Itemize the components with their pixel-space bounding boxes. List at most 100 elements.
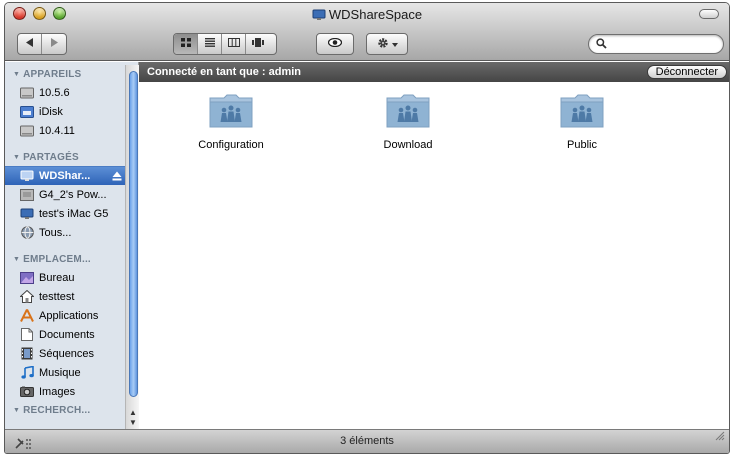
connection-status: Connecté en tant que : admin: [147, 66, 302, 78]
sidebar-item-label: test's iMac G5: [39, 207, 109, 220]
scrollbar-thumb[interactable]: [129, 71, 138, 397]
list-view-icon: [204, 38, 215, 50]
back-button[interactable]: [18, 34, 42, 54]
coverflow-view-icon: [252, 38, 264, 50]
folder-name: Configuration: [198, 139, 264, 151]
gear-icon: [377, 37, 389, 52]
sidebar-item-10-4-11[interactable]: 10.4.11: [5, 121, 138, 140]
sidebar-item-label: Applications: [39, 309, 99, 322]
shared-folder-icon: [176, 94, 286, 131]
shared-folder-icon: [353, 94, 463, 131]
sidebar-item-label: Tous...: [39, 226, 72, 239]
column-view-button[interactable]: [222, 34, 246, 54]
folder-item-configuration[interactable]: Configuration: [176, 94, 286, 151]
search-field[interactable]: [588, 34, 724, 54]
folder-name: Public: [567, 139, 597, 151]
sidebar-item-tous[interactable]: Tous...: [5, 223, 138, 242]
sidebar-scrollbar[interactable]: ▲ ▼: [125, 65, 139, 429]
home-icon: [19, 290, 35, 304]
forward-button[interactable]: [42, 34, 66, 54]
sidebar-section-devices[interactable]: ▼ APPAREILS: [5, 65, 138, 83]
history-navigation: [17, 33, 67, 55]
sidebar-section-shared[interactable]: ▼ PARTAGÉS: [5, 148, 138, 166]
sidebar-item-sequences[interactable]: Séquences: [5, 344, 138, 363]
file-browser-content: Configuration Download Public: [139, 82, 729, 429]
action-menu-button[interactable]: [366, 33, 408, 55]
unified-toolbar: WDShareSpace: [5, 3, 729, 61]
disclosure-triangle-icon: ▼: [13, 153, 21, 161]
disclosure-triangle-icon: ▼: [13, 406, 21, 414]
sidebar-item-test-imac-g5[interactable]: test's iMac G5: [5, 204, 138, 223]
computer-icon: [19, 188, 35, 202]
sidebar-item-g4-2-pow[interactable]: G4_2's Pow...: [5, 185, 138, 204]
sidebar-item-images[interactable]: Images: [5, 382, 138, 401]
sidebar: ▼ APPAREILS 10.5.6 iDisk 10.4.11 ▼ PARTAGÉ…: [5, 62, 139, 429]
sidebar-item-musique[interactable]: Musique: [5, 363, 138, 382]
search-icon: [596, 38, 607, 52]
sidebar-item-label: Bureau: [39, 271, 75, 284]
coverflow-view-button[interactable]: [246, 34, 270, 54]
network-display-icon: [19, 169, 35, 183]
toolbar-toggle-button[interactable]: [699, 9, 719, 19]
idisk-icon: [19, 105, 35, 119]
applications-icon: [19, 309, 35, 323]
disconnect-button[interactable]: Déconnecter: [646, 65, 727, 79]
sidebar-item-label: WDShar...: [39, 170, 91, 182]
sidebar-item-label: testtest: [39, 290, 75, 303]
sidebar-item-label: G4_2's Pow...: [39, 188, 107, 201]
disclosure-triangle-icon: ▼: [13, 255, 21, 263]
sidebar-item-10-5-6[interactable]: 10.5.6: [5, 83, 138, 102]
sidebar-item-wdsharespace[interactable]: WDShar...: [5, 166, 138, 185]
folder-item-public[interactable]: Public: [527, 94, 637, 151]
sidebar-section-title: EMPLACEM...: [23, 253, 91, 265]
sidebar-item-label: Séquences: [39, 347, 95, 360]
list-view-button[interactable]: [198, 34, 222, 54]
back-arrow-icon: [25, 38, 34, 50]
eject-icon[interactable]: [112, 171, 122, 184]
sidebar-section-places[interactable]: ▼ EMPLACEM...: [5, 250, 138, 268]
eye-icon: [327, 37, 343, 50]
network-display-icon: [312, 9, 326, 24]
sidebar-item-documents[interactable]: Documents: [5, 325, 138, 344]
title-bar: WDShareSpace: [5, 3, 729, 25]
sidebar-section-title: PARTAGÉS: [23, 151, 79, 163]
sidebar-item-label: 10.4.11: [39, 124, 75, 137]
scroll-down-arrow-icon[interactable]: ▼: [129, 418, 137, 427]
sidebar-section-search[interactable]: ▼ RECHERCH...: [5, 401, 138, 419]
disclosure-triangle-icon: ▼: [13, 70, 21, 78]
icon-view-icon: [180, 38, 191, 50]
sidebar-item-label: 10.5.6: [39, 86, 70, 99]
sidebar-item-label: Documents: [39, 328, 95, 341]
status-bar: 3 éléments: [5, 429, 729, 453]
movies-icon: [19, 347, 35, 361]
sidebar-resize-icon[interactable]: [15, 435, 33, 453]
globe-icon: [19, 226, 35, 240]
column-view-icon: [227, 38, 240, 50]
sidebar-item-label: Musique: [39, 366, 81, 379]
folder-name: Download: [383, 139, 433, 151]
sidebar-item-testtest[interactable]: testtest: [5, 287, 138, 306]
icon-view-button[interactable]: [174, 34, 198, 54]
search-input[interactable]: [611, 37, 717, 51]
music-icon: [19, 366, 35, 380]
sidebar-item-bureau[interactable]: Bureau: [5, 268, 138, 287]
window-title-group: WDShareSpace: [5, 7, 729, 24]
quick-look-button[interactable]: [316, 33, 354, 55]
pictures-icon: [19, 385, 35, 399]
sidebar-item-idisk[interactable]: iDisk: [5, 102, 138, 121]
resize-grip-icon[interactable]: [714, 427, 725, 450]
hard-disk-icon: [19, 124, 35, 138]
scroll-up-arrow-icon[interactable]: ▲: [129, 408, 137, 417]
forward-arrow-icon: [50, 38, 58, 50]
connection-bar: Connecté en tant que : admin Déconnecter: [139, 62, 729, 82]
sidebar-item-applications[interactable]: Applications: [5, 306, 138, 325]
sidebar-section-title: RECHERCH...: [23, 404, 91, 416]
window-title: WDShareSpace: [328, 7, 423, 22]
documents-icon: [19, 328, 35, 342]
sidebar-section-title: APPAREILS: [23, 68, 82, 80]
folder-item-download[interactable]: Download: [353, 94, 463, 151]
sidebar-item-label: Images: [39, 385, 76, 398]
shared-folder-icon: [527, 94, 637, 131]
finder-window: WDShareSpace ▼ APPAREILS 10.5.6 iDisk 10…: [4, 2, 730, 454]
chevron-down-icon: [391, 39, 398, 50]
